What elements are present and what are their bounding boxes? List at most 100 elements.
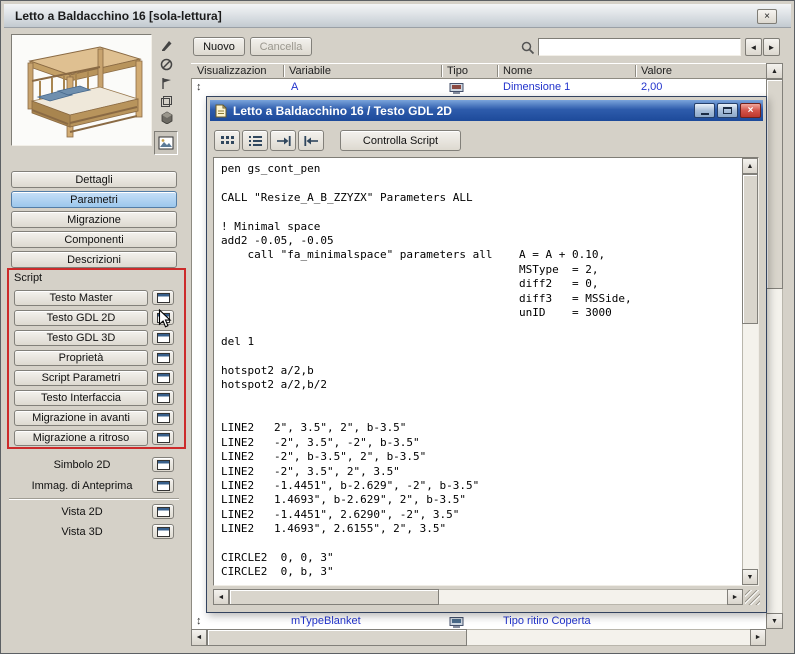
row-reorder-icon[interactable]: ↕ [196,613,202,630]
horizontal-scroll-thumb[interactable] [207,629,467,646]
param-table-header: Visualizzazion Variabile Tipo Nome Valor… [191,63,766,79]
nav-descrizioni-button[interactable]: Descrizioni [11,251,177,268]
nav-dettagli-button[interactable]: Dettagli [11,171,177,188]
code-editor[interactable]: pen gs_cont_pen CALL "Resize_A_B_ZZYZX" … [213,157,759,586]
pen-icon [161,41,171,51]
window-icon [156,432,170,443]
pen-tool-button[interactable] [156,37,176,54]
window-icon [156,312,170,323]
open-vista-3d-window-button[interactable] [152,524,174,539]
script-testo-gdl-2d-button[interactable]: Testo GDL 2D [14,310,148,326]
solid-cube-tool-button[interactable] [156,109,176,126]
gdl-code[interactable]: pen gs_cont_pen CALL "Resize_A_B_ZZYZX" … [221,162,738,580]
script-proprieta-button[interactable]: Proprietà [14,350,148,366]
editor-minimize-button[interactable] [694,103,715,118]
open-testo-master-window-button[interactable] [152,290,174,305]
sidebar-divider [9,498,179,500]
arrow-left-icon: ◄ [749,42,758,52]
preview-mode-button[interactable] [154,131,178,155]
script-migrazione-ritroso-button[interactable]: Migrazione a ritroso [14,430,148,446]
window-icon [156,459,170,470]
main-titlebar[interactable]: Letto a Baldacchino 16 [sola-lettura] [4,4,791,28]
nuovo-button[interactable]: Nuovo [193,37,245,56]
arrow-left-icon: ◄ [217,593,225,601]
row-nome: Tipo ritiro Coperta [503,615,591,627]
open-script-parametri-window-button[interactable] [152,370,174,385]
arrow-up-icon: ▲ [746,162,754,170]
row-variabile: A [291,81,299,93]
row-valore: 2,00 [641,81,663,93]
editor-vertical-scroll-thumb[interactable] [742,174,758,324]
window-icon [156,412,170,423]
cancella-button[interactable]: Cancella [250,37,312,56]
script-migrazione-avanti-button[interactable]: Migrazione in avanti [14,410,148,426]
vertical-scroll-thumb[interactable] [766,79,783,289]
window-icon [156,480,170,491]
open-simbolo-2d-window-button[interactable] [152,457,174,472]
table-row[interactable]: ↕ mTypeBlanket Tipo ritiro Coperta [191,613,766,630]
table-row[interactable]: ↕ A Dimensione 1 2,00 [191,79,766,96]
script-section-label: Script [14,272,43,284]
open-migrazione-avanti-window-button[interactable] [152,410,174,425]
script-interfaccia-button[interactable]: Testo Interfaccia [14,390,148,406]
main-close-button[interactable]: × [757,9,777,24]
window-icon [156,392,170,403]
header-visualizzazione: Visualizzazion [197,65,267,77]
scroll-up-button[interactable]: ▲ [766,63,783,79]
open-testo-gdl-2d-window-button[interactable] [152,310,174,325]
nav-migrazione-button[interactable]: Migrazione [11,211,177,228]
scroll-right-button[interactable]: ► [750,629,766,646]
scroll-down-button[interactable]: ▼ [766,613,783,629]
parameter-list-button[interactable] [214,130,240,151]
editor-scroll-down-button[interactable]: ▼ [742,569,758,585]
controlla-script-button[interactable]: Controlla Script [340,130,461,151]
jump-previous-button[interactable] [298,130,324,151]
nav-parametri-button[interactable]: Parametri [11,191,177,208]
window-icon [156,292,170,303]
script-testo-gdl-3d-button[interactable]: Testo GDL 3D [14,330,148,346]
row-reorder-icon[interactable]: ↕ [196,79,202,96]
editor-scroll-left-button[interactable]: ◄ [213,589,229,605]
wire-cube-tool-button[interactable] [156,93,176,110]
editor-scroll-right-button[interactable]: ► [727,589,743,605]
editor-maximize-button[interactable] [717,103,738,118]
row-nome: Dimensione 1 [503,81,571,93]
flag-tool-button[interactable] [156,75,176,92]
script-testo-master-button[interactable]: Testo Master [14,290,148,306]
resize-grip[interactable] [745,590,760,605]
open-testo-gdl-3d-window-button[interactable] [152,330,174,345]
gdl-object-icon [215,104,227,117]
editor-titlebar[interactable]: Letto a Baldacchino 16 / Testo GDL 2D × [210,100,763,121]
indent-left-icon [303,135,318,146]
find-previous-button[interactable]: ◄ [745,38,762,56]
no-entry-tool-button[interactable] [156,56,176,73]
simbolo-2d-label: Simbolo 2D [53,459,111,471]
close-icon: × [764,11,770,22]
open-migrazione-ritroso-window-button[interactable] [152,430,174,445]
arrow-right-icon: ► [754,634,762,641]
open-anteprima-window-button[interactable] [152,478,174,493]
open-vista-2d-window-button[interactable] [152,504,174,519]
arrow-left-icon: ◄ [195,634,203,641]
window-icon [156,372,170,383]
search-input[interactable] [538,38,741,56]
no-entry-icon [160,58,172,71]
open-interfaccia-window-button[interactable] [152,390,174,405]
nav-componenti-button[interactable]: Componenti [11,231,177,248]
window-icon [156,352,170,363]
list-icon [248,135,262,146]
canopy-bed-image [12,35,151,145]
find-next-button[interactable]: ► [763,38,780,56]
script-parametri-button[interactable]: Script Parametri [14,370,148,386]
close-icon: × [747,105,754,116]
vista-3d-label: Vista 3D [61,526,103,538]
open-proprieta-window-button[interactable] [152,350,174,365]
editor-close-button[interactable]: × [740,103,761,118]
editor-scroll-up-button[interactable]: ▲ [742,158,758,174]
subroutine-list-button[interactable] [242,130,268,151]
editor-horizontal-scroll-thumb[interactable] [229,589,439,605]
arrow-down-icon: ▼ [771,617,778,625]
main-window-title: Letto a Baldacchino 16 [sola-lettura] [15,8,222,23]
scroll-left-button[interactable]: ◄ [191,629,207,646]
jump-next-button[interactable] [270,130,296,151]
